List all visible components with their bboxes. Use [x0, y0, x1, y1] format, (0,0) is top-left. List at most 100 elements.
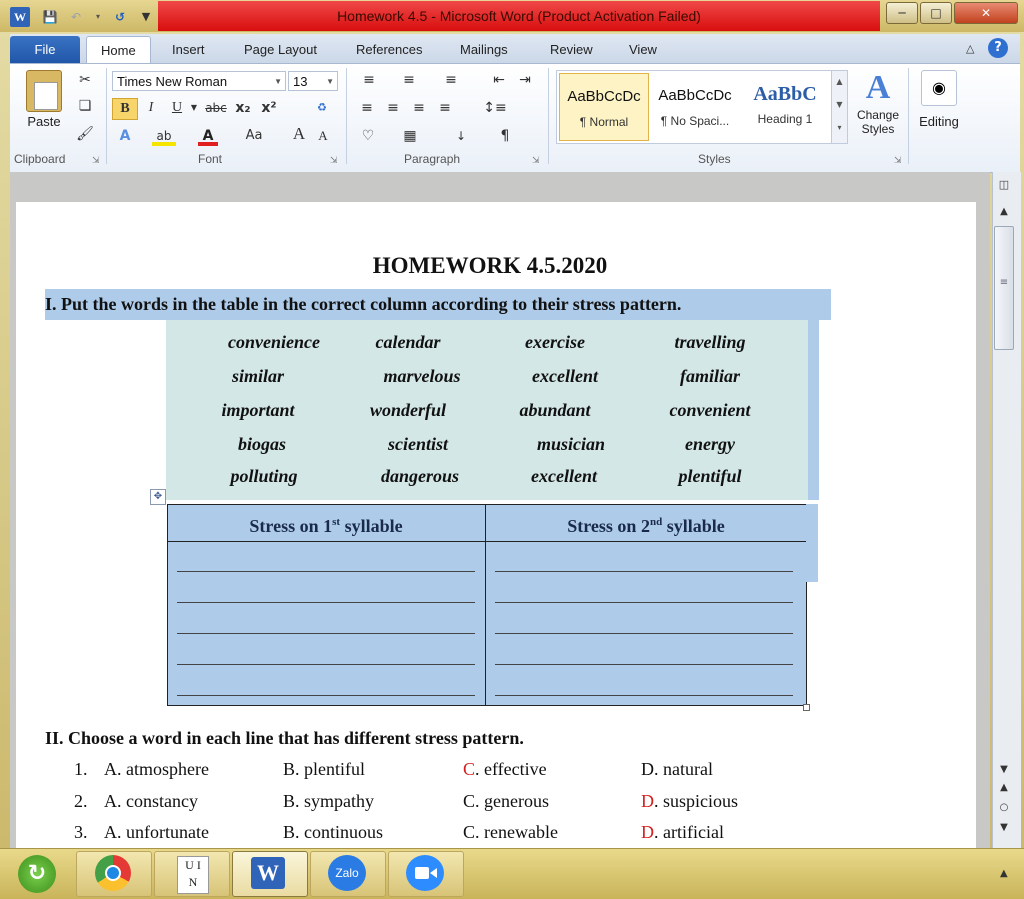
answer-line[interactable]	[495, 695, 793, 696]
styles-launcher-icon[interactable]: ⇲	[894, 156, 902, 166]
taskbar-zoom[interactable]	[388, 851, 464, 897]
superscript-button[interactable]: x²	[258, 98, 280, 118]
paste-label: Paste	[27, 114, 61, 129]
tab-references[interactable]: References	[342, 36, 436, 64]
taskbar-zalo[interactable]: Zalo	[310, 851, 386, 897]
redo-icon[interactable]: ↺	[110, 7, 130, 27]
scroll-down-icon[interactable]: ▼	[996, 764, 1012, 775]
text-effects-icon[interactable]: A	[114, 126, 136, 146]
underline-dropdown-icon[interactable]: ▼	[188, 98, 200, 118]
bold-button[interactable]: B	[112, 98, 138, 120]
cut-icon[interactable]: ✂	[74, 70, 96, 90]
change-case-button[interactable]: Aa	[240, 126, 268, 146]
word-item: scientist	[387, 434, 448, 454]
taskbar-unikey[interactable]: U I N	[154, 851, 230, 897]
tab-home[interactable]: Home	[86, 36, 151, 65]
answer-line[interactable]	[495, 571, 793, 572]
undo-icon[interactable]: ↶	[66, 7, 86, 27]
tray-up-icon[interactable]: ▲	[1000, 868, 1008, 879]
answer-line[interactable]	[177, 602, 475, 603]
answer-line[interactable]	[177, 633, 475, 634]
font-color-icon[interactable]: A	[198, 126, 218, 146]
close-button[interactable]: ✕	[954, 2, 1018, 24]
styles-gallery: AaBbCcDc ¶ Normal AaBbCcDc ¶ No Spaci...…	[556, 70, 848, 144]
option-text: . suspicious	[654, 791, 739, 811]
select-browse-object-icon[interactable]: ○	[996, 802, 1012, 813]
underline-button[interactable]: U	[166, 98, 188, 118]
change-styles-button[interactable]: A Change Styles	[848, 68, 908, 148]
answer-line[interactable]	[495, 633, 793, 634]
scroll-up-icon[interactable]: ▲	[996, 206, 1012, 217]
shrink-font-button[interactable]: A	[314, 126, 332, 146]
tab-view[interactable]: View	[615, 36, 671, 64]
header-text: syllable	[662, 516, 725, 536]
show-marks-icon[interactable]: ¶	[494, 126, 516, 146]
paste-button[interactable]: Paste	[16, 70, 72, 142]
answer-line[interactable]	[495, 602, 793, 603]
multilevel-list-icon[interactable]: ≡	[438, 70, 464, 90]
taskbar-word[interactable]: W	[232, 851, 308, 897]
table-move-handle-icon[interactable]: ✥	[150, 489, 166, 505]
paragraph-launcher-icon[interactable]: ⇲	[532, 156, 540, 166]
tab-page-layout[interactable]: Page Layout	[230, 36, 331, 64]
customize-qat-icon[interactable]: ▼	[136, 7, 156, 27]
style-no-spacing[interactable]: AaBbCcDc ¶ No Spaci...	[651, 73, 739, 139]
format-painter-icon[interactable]: 🖌	[74, 124, 96, 144]
align-center-icon[interactable]: ≡	[382, 98, 404, 118]
numbering-icon[interactable]: ≡	[396, 70, 422, 90]
increase-indent-icon[interactable]: ⇥	[514, 70, 536, 90]
clipboard-launcher-icon[interactable]: ⇲	[92, 156, 100, 166]
bullets-icon[interactable]: ≡	[356, 70, 382, 90]
option-letter: C	[463, 759, 476, 779]
word-item: important	[221, 400, 295, 420]
grow-font-button[interactable]: A	[290, 124, 308, 144]
undo-dropdown-icon[interactable]: ▾	[88, 7, 108, 27]
ruler-toggle-icon[interactable]: ◫	[996, 178, 1012, 194]
font-size-combo[interactable]: 13 ▼	[288, 71, 338, 91]
line-spacing-icon[interactable]: ↕≡	[480, 98, 510, 118]
word-item: marvelous	[383, 366, 461, 386]
minimize-button[interactable]: ─	[886, 2, 918, 24]
header-text: Stress on 1	[249, 516, 333, 536]
decrease-indent-icon[interactable]: ⇤	[488, 70, 510, 90]
option-c: C. generous	[463, 791, 549, 812]
subscript-button[interactable]: x₂	[232, 98, 254, 118]
editing-button[interactable]: ◉ Editing	[914, 68, 964, 148]
scroll-thumb[interactable]: ≡	[994, 226, 1014, 350]
refresh-app-icon[interactable]: ↻	[18, 855, 56, 893]
align-right-icon[interactable]: ≡	[408, 98, 430, 118]
italic-button[interactable]: I	[140, 98, 162, 118]
next-page-icon[interactable]: ▼	[996, 822, 1012, 833]
help-icon[interactable]: ?	[988, 38, 1008, 58]
highlight-icon[interactable]: ab	[152, 126, 176, 146]
answer-line[interactable]	[177, 664, 475, 665]
minimize-ribbon-icon[interactable]: △	[966, 42, 974, 55]
strikethrough-button[interactable]: abc	[202, 98, 230, 118]
clear-formatting-icon[interactable]: ♻	[310, 98, 334, 118]
answer-line[interactable]	[177, 695, 475, 696]
copy-icon[interactable]: ❏	[74, 96, 96, 116]
tab-file[interactable]: File	[10, 36, 80, 64]
tab-insert[interactable]: Insert	[158, 36, 219, 64]
justify-icon[interactable]: ≡	[434, 98, 456, 118]
column-header-2nd-syllable: Stress on 2nd syllable	[486, 504, 806, 541]
tab-mailings[interactable]: Mailings	[446, 36, 522, 64]
save-icon[interactable]: 💾	[40, 7, 60, 27]
table-resize-handle[interactable]	[803, 704, 810, 711]
align-left-icon[interactable]: ≡	[356, 98, 378, 118]
maximize-button[interactable]: □	[920, 2, 952, 24]
style-normal[interactable]: AaBbCcDc ¶ Normal	[559, 73, 649, 141]
shading-icon[interactable]: ♡	[356, 126, 380, 146]
styles-scroll[interactable]: ▲ ▼ ▾	[831, 71, 847, 143]
style-heading-1[interactable]: AaBbC Heading 1	[741, 73, 829, 139]
sort-icon[interactable]: ↓	[450, 126, 472, 146]
taskbar-chrome[interactable]	[76, 851, 152, 897]
borders-icon[interactable]: ▦	[398, 126, 422, 146]
word-app-icon[interactable]: W	[10, 7, 30, 27]
answer-line[interactable]	[177, 571, 475, 572]
font-launcher-icon[interactable]: ⇲	[330, 156, 338, 166]
previous-page-icon[interactable]: ▲	[996, 782, 1012, 793]
answer-line[interactable]	[495, 664, 793, 665]
font-name-combo[interactable]: Times New Roman ▼	[112, 71, 286, 91]
tab-review[interactable]: Review	[536, 36, 607, 64]
